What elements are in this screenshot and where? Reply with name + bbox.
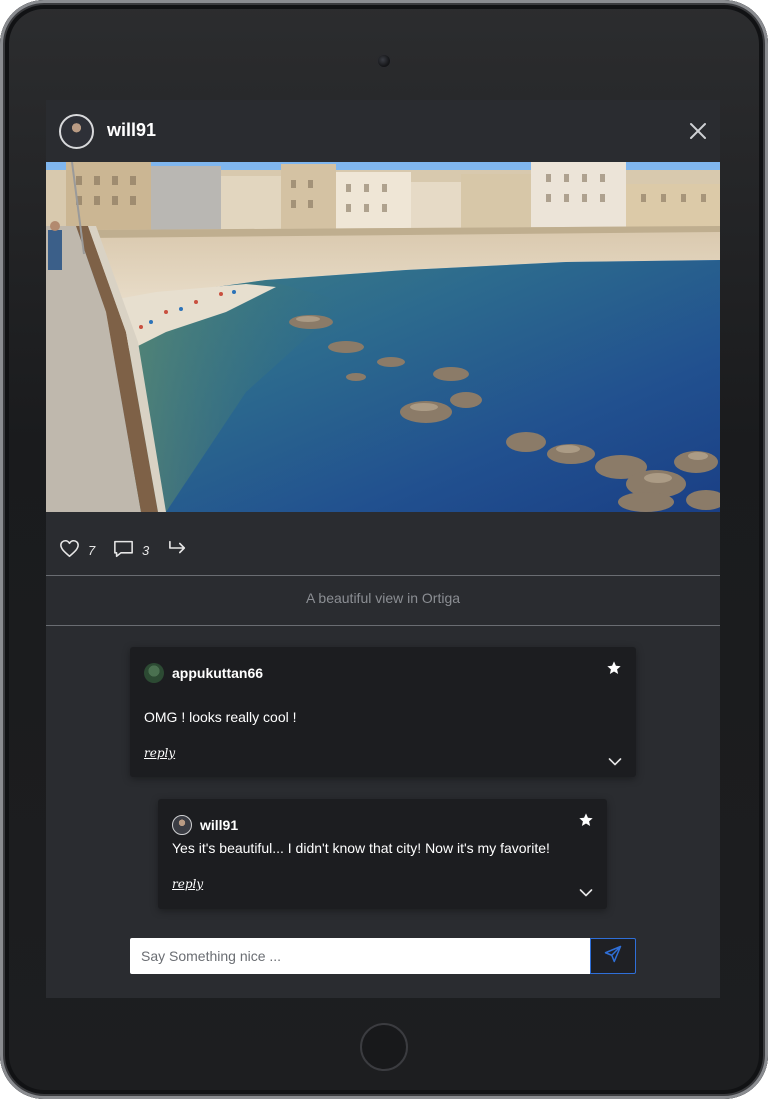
comment-input[interactable]: [130, 938, 590, 974]
share-icon: [168, 539, 188, 561]
chevron-down-icon[interactable]: [608, 752, 622, 766]
tablet-frame: will91 7 3 A beautiful view in Ortiga ap…: [0, 0, 768, 1099]
post-caption: A beautiful view in Ortiga: [305, 590, 461, 606]
reply-link[interactable]: reply: [144, 746, 175, 760]
post-username[interactable]: will91: [107, 120, 156, 141]
like-button[interactable]: 7: [59, 535, 95, 565]
comment-button[interactable]: 3: [113, 535, 149, 565]
comment-count: 3: [142, 542, 150, 558]
divider: [46, 575, 720, 576]
comment-card: will91 Yes it's beautiful... I didn't kn…: [158, 799, 607, 909]
like-count: 7: [88, 542, 96, 558]
comment-text: OMG ! looks really cool !: [144, 709, 297, 725]
reply-link[interactable]: reply: [172, 877, 203, 891]
post-header: will91: [46, 100, 720, 162]
post-photo: [46, 162, 720, 512]
heart-icon: [59, 539, 80, 562]
home-button[interactable]: [360, 1023, 408, 1071]
post-modal: will91 7 3 A beautiful view in Ortiga ap…: [46, 100, 720, 998]
chevron-down-icon[interactable]: [579, 883, 593, 897]
comment-text: Yes it's beautiful... I didn't know that…: [172, 840, 550, 856]
send-icon: [603, 944, 623, 968]
send-button[interactable]: [590, 938, 636, 974]
avatar[interactable]: [59, 114, 94, 149]
star-icon[interactable]: [578, 812, 594, 828]
share-button[interactable]: [168, 535, 188, 565]
comment-username[interactable]: will91: [200, 817, 238, 833]
comment-icon: [113, 539, 134, 562]
comment-username[interactable]: appukuttan66: [172, 665, 263, 681]
comment-composer: [130, 938, 636, 974]
comment-card: appukuttan66 OMG ! looks really cool ! r…: [130, 647, 636, 777]
camera: [378, 55, 390, 67]
comment-avatar[interactable]: [144, 663, 164, 683]
comment-avatar[interactable]: [172, 815, 192, 835]
close-icon[interactable]: [687, 120, 709, 142]
seaside-photo: [46, 162, 720, 512]
post-actions: 7 3: [46, 535, 720, 565]
star-icon[interactable]: [606, 660, 622, 676]
divider: [46, 625, 720, 626]
